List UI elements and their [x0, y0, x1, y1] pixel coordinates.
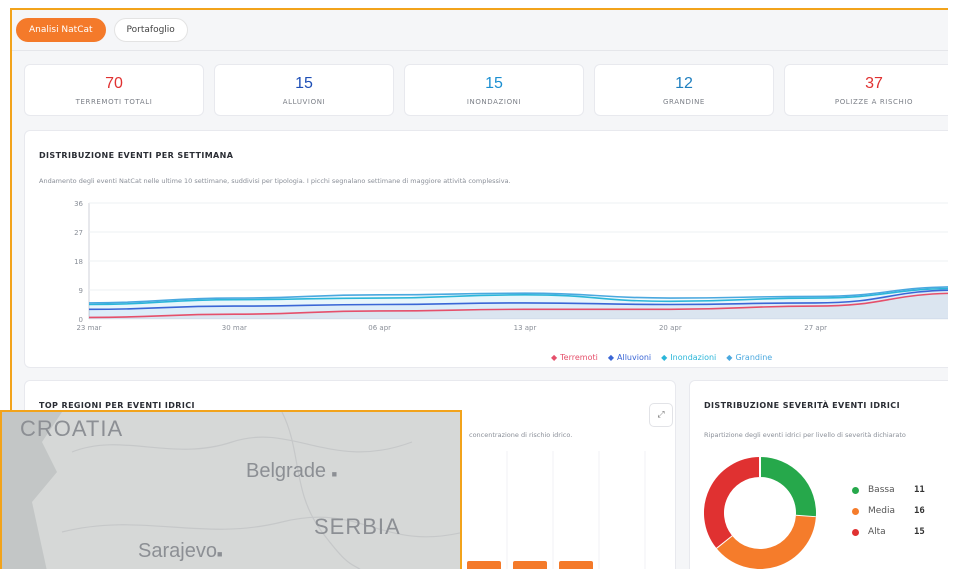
legend-item-inondazioni[interactable]: ◆ Inondazioni: [661, 353, 716, 362]
y-tick-label: 9: [79, 287, 83, 295]
expand-icon[interactable]: ⤢: [649, 403, 673, 427]
map-label-text: Sarajevo: [138, 540, 217, 562]
legend-item-terremoti[interactable]: ◆ Terremoti: [551, 353, 598, 362]
card-title: TOP REGIONI PER EVENTI IDRICI: [39, 401, 195, 410]
weekly-line-chart: 0 9 18 27 36 23 mar 30 mar 06 apr 13 apr 20 apr 27…: [74, 200, 948, 332]
legend-item-alluvioni[interactable]: ◆ Alluvioni: [608, 353, 651, 362]
map-overlay[interactable]: CROATIA Belgrade ■ SERBIA Sarajevo■: [0, 410, 462, 569]
y-tick-label: 18: [74, 258, 83, 266]
card-subtitle: Ripartizione degli eventi idrici per liv…: [704, 431, 906, 439]
legend-dot: [852, 507, 859, 515]
donut-legend-bassa: Bassa 11: [852, 485, 925, 495]
card-subtitle: Andamento degli eventi NatCat nelle ulti…: [39, 177, 511, 185]
kpi-label: ALLUVIONI: [282, 98, 326, 106]
bar: [513, 561, 547, 569]
y-tick-label: 0: [79, 316, 83, 324]
app-window: Analisi NatCat Portafoglio 70 TERREMOTI …: [0, 0, 957, 569]
kpi-value: 15: [295, 75, 313, 92]
tab-bar: Analisi NatCat Portafoglio: [16, 18, 188, 42]
kpi-value: 70: [105, 75, 123, 92]
donut-legend-alta: Alta 15: [852, 527, 925, 537]
kpi-label: TERREMOTI TOTALI: [75, 98, 153, 106]
legend-label: Grandine: [735, 353, 773, 362]
chart-legend: ◆ Terremoti ◆ Alluvioni ◆ Inondazioni ◆ …: [551, 353, 772, 362]
severity-donut-chart: [704, 457, 816, 569]
legend-label: Inondazioni: [670, 353, 717, 362]
kpi-label: GRANDINE: [663, 98, 705, 106]
map-label-text: Belgrade: [246, 460, 327, 482]
x-tick-label: 06 apr: [368, 324, 391, 332]
donut-slice-alta: [704, 457, 761, 548]
kpi-card-inondazioni: 15 INONDAZIONI: [404, 64, 584, 116]
legend-label: Terremoti: [560, 353, 598, 362]
legend-label: Alluvioni: [617, 353, 652, 362]
legend-dot: [852, 486, 859, 494]
legend-item-grandine[interactable]: ◆ Grandine: [726, 353, 772, 362]
card-subtitle: concentrazione di rischio idrico.: [469, 431, 573, 439]
kpi-card-grandine: 12 GRANDINE: [594, 64, 774, 116]
x-tick-label: 20 apr: [659, 324, 682, 332]
map-label-serbia: SERBIA: [314, 514, 401, 539]
tab-analisi-natcat[interactable]: Analisi NatCat: [16, 18, 106, 42]
y-tick-label: 27: [74, 229, 83, 237]
kpi-label: INONDAZIONI: [466, 98, 522, 106]
legend-value: 16: [914, 506, 925, 516]
y-tick-label: 36: [74, 200, 83, 208]
card-title: DISTRIBUZIONE SEVERITÀ EVENTI IDRICI: [704, 401, 900, 410]
tab-portafoglio[interactable]: Portafoglio: [113, 18, 188, 42]
map-label-belgrade: Belgrade ■: [246, 460, 338, 482]
donut-slice-bassa: [759, 457, 816, 518]
legend-label: Alta: [868, 527, 886, 537]
donut-slice-media: [716, 515, 816, 569]
kpi-label: POLIZZE A RISCHIO: [834, 98, 914, 106]
x-tick-label: 30 mar: [222, 324, 247, 332]
kpi-card-terremoti: 70 TERREMOTI TOTALI: [24, 64, 204, 116]
bar: [559, 561, 593, 569]
kpi-card-polizze: 37 POLIZZE A RISCHIO: [784, 64, 948, 116]
kpi-value: 37: [865, 75, 883, 92]
kpi-card-alluvioni: 15 ALLUVIONI: [214, 64, 394, 116]
kpi-value: 12: [675, 75, 693, 92]
map-label-croatia: CROATIA: [20, 416, 124, 441]
legend-dot: [852, 528, 859, 536]
legend-value: 15: [914, 527, 925, 537]
severity-card: DISTRIBUZIONE SEVERITÀ EVENTI IDRICI Rip…: [689, 380, 948, 569]
x-tick-label: 27 apr: [804, 324, 827, 332]
kpi-value: 15: [485, 75, 503, 92]
map-label-sarajevo: Sarajevo■: [138, 540, 223, 562]
card-title: DISTRIBUZIONE EVENTI PER SETTIMANA: [39, 151, 234, 160]
legend-value: 11: [914, 485, 925, 495]
bar: [467, 561, 501, 569]
x-tick-label: 23 mar: [76, 324, 101, 332]
tab-divider: [12, 50, 948, 51]
legend-label: Media: [868, 506, 896, 516]
donut-legend-media: Media 16: [852, 506, 925, 516]
x-tick-label: 13 apr: [514, 324, 537, 332]
legend-label: Bassa: [868, 485, 895, 495]
weekly-events-card: DISTRIBUZIONE EVENTI PER SETTIMANA Andam…: [24, 130, 948, 368]
